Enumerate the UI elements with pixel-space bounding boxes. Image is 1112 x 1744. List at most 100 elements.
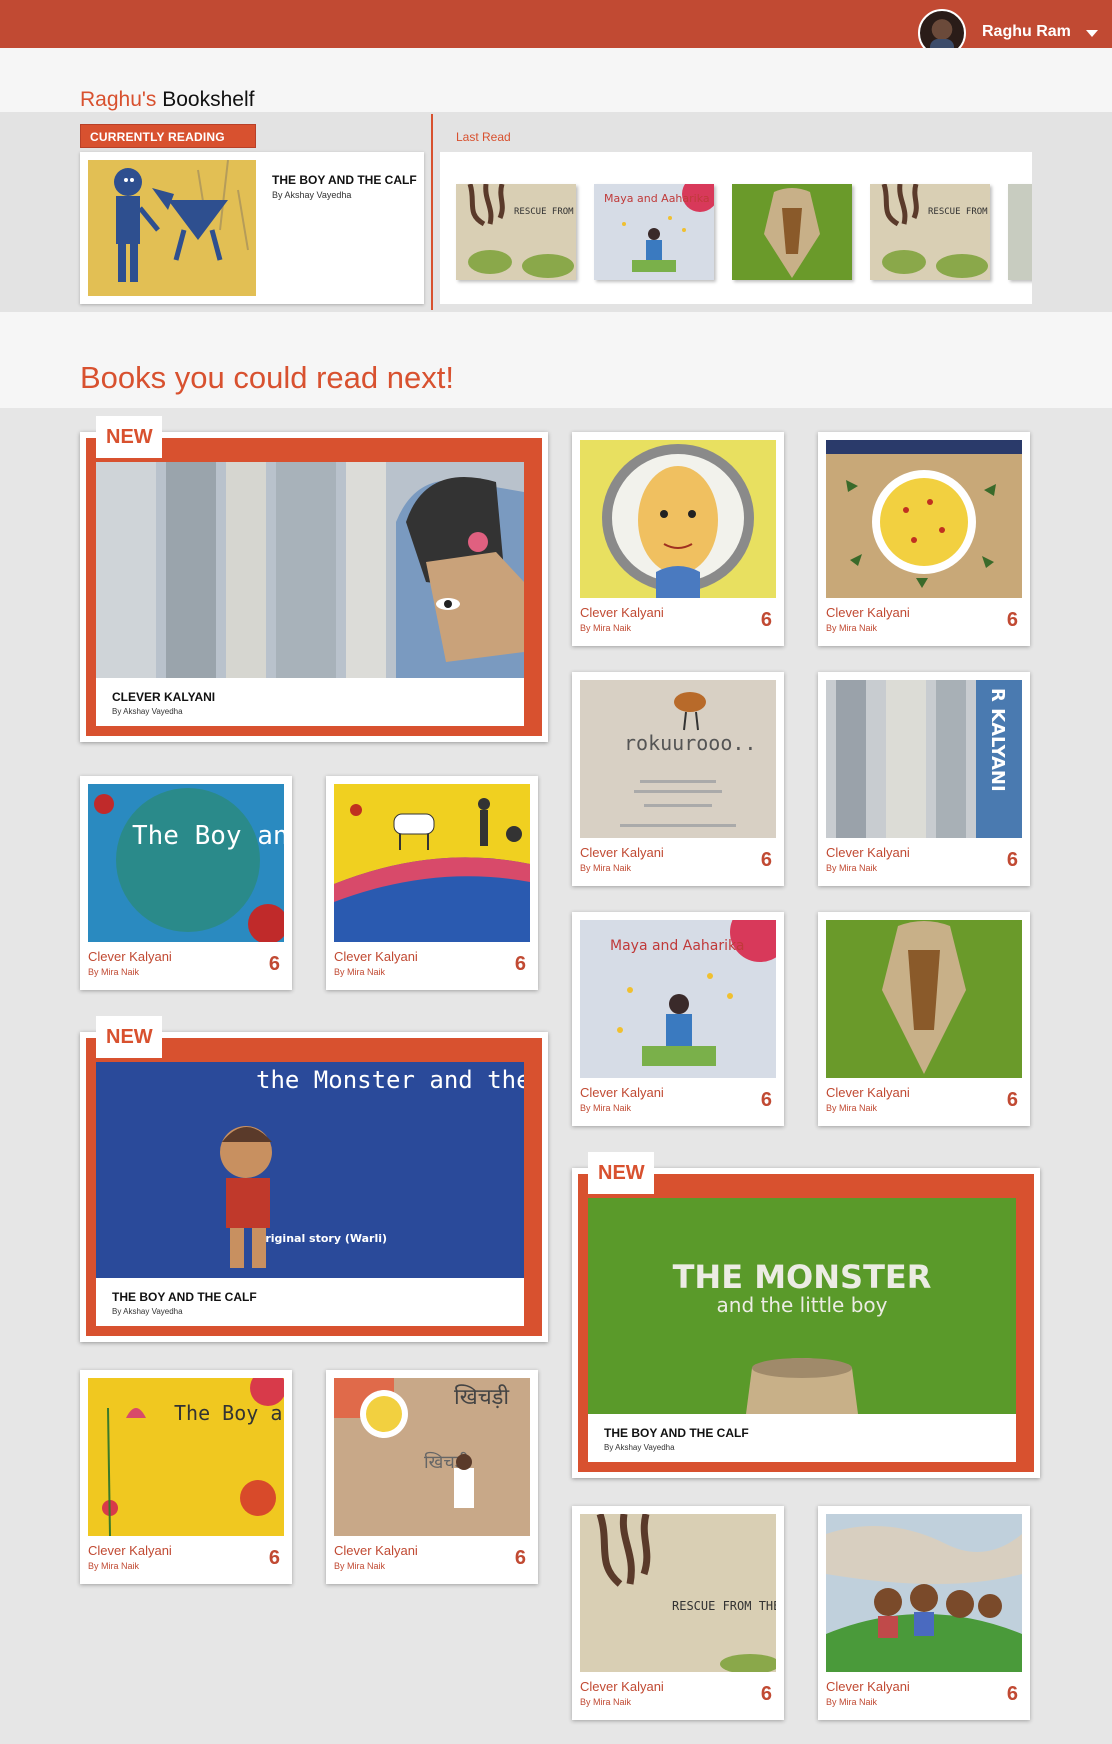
section-divider	[431, 114, 433, 310]
new-badge: NEW	[588, 1152, 654, 1194]
currently-reading-cover[interactable]	[88, 160, 256, 296]
featured-book-card[interactable]: THE MONSTER and the little boy THE BOY A…	[572, 1168, 1040, 1478]
book-card[interactable]: Clever Kalyani By Mira Naik 6	[572, 432, 784, 646]
svg-text:The Boy and the calf: The Boy and the calf	[132, 821, 284, 851]
book-cover[interactable]: The Boy and the calf	[88, 784, 284, 942]
book-card[interactable]: Maya and Aaharika Clever Kalyani By Mira…	[572, 912, 784, 1126]
book-title[interactable]: Clever Kalyani	[334, 1543, 418, 1558]
book-title[interactable]: Clever Kalyani	[826, 1085, 910, 1100]
book-title[interactable]: Clever Kalyani	[88, 949, 172, 964]
book-card[interactable]: RESCUE FROM THE CLAW Clever Kalyani By M…	[572, 1506, 784, 1720]
currently-reading-tag: CURRENTLY READING	[80, 124, 256, 148]
svg-text:RESCUE FROM THE CLAW: RESCUE FROM THE CLAW	[672, 1599, 776, 1613]
last-read-book[interactable]: RESCUE FROM THE CLAW	[456, 184, 576, 280]
chevron-down-icon[interactable]	[1086, 30, 1098, 37]
book-title[interactable]: Clever Kalyani	[580, 1085, 664, 1100]
featured-book-title[interactable]: CLEVER KALYANI	[112, 690, 215, 704]
book-card[interactable]: rokuurooo.. Clever Kalyani By Mira Naik …	[572, 672, 784, 886]
section-title: Books you could read next!	[80, 360, 454, 395]
svg-text:R KALYANI: R KALYANI	[987, 688, 1008, 792]
last-read-book[interactable]	[1008, 184, 1032, 280]
book-cover[interactable]	[826, 920, 1022, 1078]
svg-text:and the little boy: and the little boy	[717, 1293, 888, 1317]
book-cover[interactable]: RESCUE FROM THE CLAW	[580, 1514, 776, 1672]
svg-text:rokuurooo..: rokuurooo..	[624, 731, 756, 755]
book-title[interactable]: Clever Kalyani	[580, 1679, 664, 1694]
book-cover[interactable]	[826, 440, 1022, 598]
page-title: Raghu's Bookshelf	[80, 88, 254, 112]
featured-book-cover[interactable]: the Monster and the little boy Original …	[96, 1062, 524, 1278]
book-card[interactable]: Clever Kalyani By Mira Naik 6	[818, 1506, 1030, 1720]
currently-reading-title[interactable]: THE BOY AND THE CALF	[272, 173, 417, 187]
book-cover[interactable]	[580, 440, 776, 598]
book-level: 6	[268, 1547, 280, 1569]
currently-reading-author: By Akshay Vayedha	[272, 190, 352, 200]
book-card[interactable]: The Boy and the Calf Clever Kalyani By M…	[80, 1370, 292, 1584]
shelf-title: Bookshelf	[162, 88, 255, 111]
svg-text:RESCUE FROM THE CLAW: RESCUE FROM THE CLAW	[928, 207, 990, 217]
shelf-owner: Raghu's	[80, 88, 157, 111]
featured-book-author: By Akshay Vayedha	[112, 707, 183, 716]
book-card[interactable]: Clever Kalyani By Mira Naik 6	[818, 432, 1030, 646]
last-read-book[interactable]: RESCUE FROM THE CLAW	[870, 184, 990, 280]
book-title[interactable]: Clever Kalyani	[826, 845, 910, 860]
book-title[interactable]: Clever Kalyani	[826, 605, 910, 620]
book-level: 6	[1006, 849, 1018, 871]
book-level: 6	[1006, 609, 1018, 631]
featured-book-card[interactable]: the Monster and the little boy Original …	[80, 1032, 548, 1342]
featured-book-title[interactable]: THE BOY AND THE CALF	[604, 1426, 749, 1440]
book-author: By Mira Naik	[334, 1561, 386, 1571]
new-badge: NEW	[96, 416, 162, 458]
featured-book-info: CLEVER KALYANI By Akshay Vayedha	[96, 678, 524, 726]
book-level: 6	[760, 1089, 772, 1111]
last-read-carousel[interactable]: RESCUE FROM THE CLAW Maya and Aaharika R…	[440, 152, 1032, 304]
book-card[interactable]: The Boy and the calf Clever Kalyani By M…	[80, 776, 292, 990]
book-level: 6	[514, 1547, 526, 1569]
book-author: By Mira Naik	[580, 623, 632, 633]
book-author: By Mira Naik	[826, 1103, 878, 1113]
book-author: By Mira Naik	[826, 863, 878, 873]
last-read-book[interactable]	[732, 184, 852, 280]
featured-book-info: THE BOY AND THE CALF By Akshay Vayedha	[588, 1414, 1016, 1462]
book-level: 6	[1006, 1683, 1018, 1705]
book-cover[interactable]: खिचड़ी खिचड़ी	[334, 1378, 530, 1536]
book-author: By Mira Naik	[826, 1697, 878, 1707]
book-title[interactable]: Clever Kalyani	[826, 1679, 910, 1694]
book-author: By Mira Naik	[334, 967, 386, 977]
svg-text:खिचड़ी: खिचड़ी	[454, 1384, 509, 1410]
book-card[interactable]: खिचड़ी खिचड़ी Clever Kalyani By Mira Nai…	[326, 1370, 538, 1584]
book-card[interactable]: Clever Kalyani By Mira Naik 6	[818, 912, 1030, 1126]
book-cover[interactable]: R KALYANI	[826, 680, 1022, 838]
featured-book-cover[interactable]	[96, 462, 524, 678]
book-title[interactable]: Clever Kalyani	[580, 605, 664, 620]
book-cover[interactable]: Maya and Aaharika	[580, 920, 776, 1078]
book-author: By Mira Naik	[580, 863, 632, 873]
svg-text:the Monster and the little boy: the Monster and the little boy	[256, 1066, 524, 1094]
book-level: 6	[760, 1683, 772, 1705]
svg-text:THE MONSTER: THE MONSTER	[673, 1258, 932, 1296]
svg-text:Maya and Aaharika: Maya and Aaharika	[610, 938, 744, 954]
book-level: 6	[268, 953, 280, 975]
new-badge: NEW	[96, 1016, 162, 1058]
featured-book-card[interactable]: CLEVER KALYANI By Akshay Vayedha	[80, 432, 548, 742]
book-cover[interactable]	[334, 784, 530, 942]
book-level: 6	[760, 849, 772, 871]
featured-book-cover[interactable]: THE MONSTER and the little boy	[588, 1198, 1016, 1414]
book-cover[interactable]	[826, 1514, 1022, 1672]
book-cover[interactable]: The Boy and the Calf	[88, 1378, 284, 1536]
book-title[interactable]: Clever Kalyani	[88, 1543, 172, 1558]
featured-book-author: By Akshay Vayedha	[604, 1443, 675, 1452]
user-name[interactable]: Raghu Ram	[982, 23, 1071, 41]
book-card[interactable]: Clever Kalyani By Mira Naik 6	[326, 776, 538, 990]
book-cover[interactable]: rokuurooo..	[580, 680, 776, 838]
last-read-book[interactable]: Maya and Aaharika	[594, 184, 714, 280]
featured-book-title[interactable]: THE BOY AND THE CALF	[112, 1290, 257, 1304]
book-author: By Mira Naik	[826, 623, 878, 633]
book-card[interactable]: R KALYANI Clever Kalyani By Mira Naik 6	[818, 672, 1030, 886]
book-author: By Mira Naik	[580, 1103, 632, 1113]
featured-book-author: By Akshay Vayedha	[112, 1307, 183, 1316]
book-title[interactable]: Clever Kalyani	[334, 949, 418, 964]
book-author: By Mira Naik	[88, 967, 140, 977]
svg-text:Original story (Warli): Original story (Warli)	[256, 1232, 387, 1245]
book-title[interactable]: Clever Kalyani	[580, 845, 664, 860]
